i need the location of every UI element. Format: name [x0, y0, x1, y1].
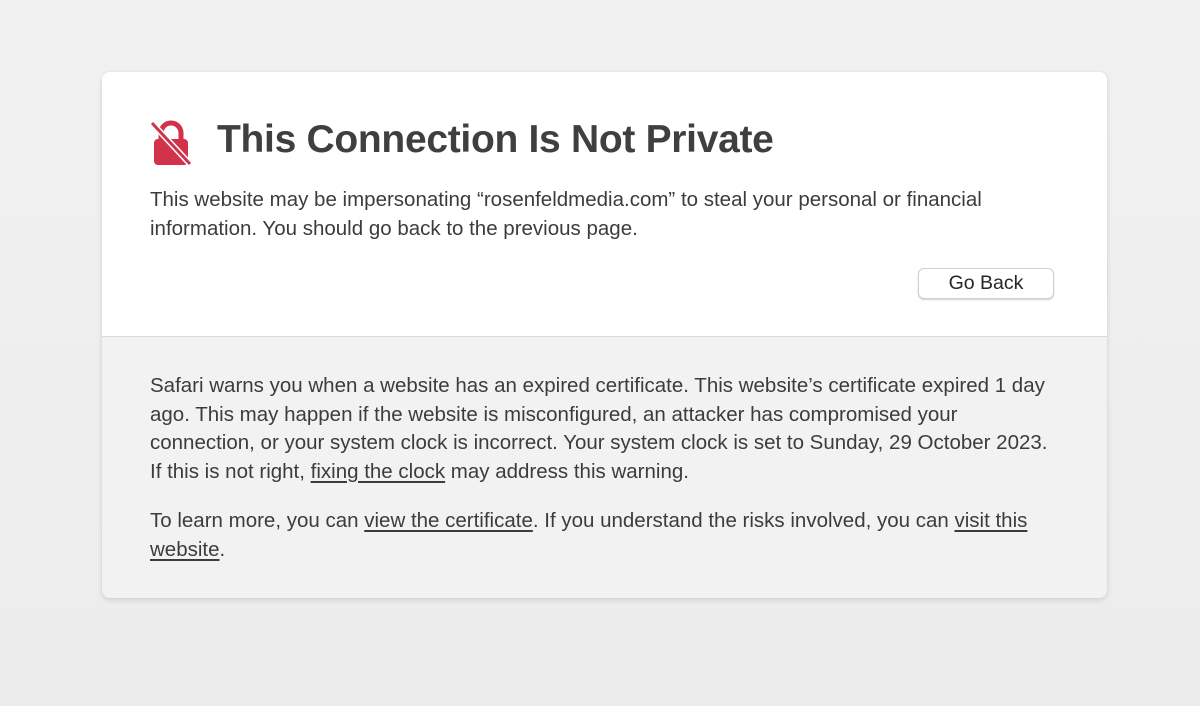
warning-header-section: This Connection Is Not Private This webs…: [102, 72, 1107, 337]
learn-more-start: To learn more, you can: [150, 509, 365, 532]
fixing-the-clock-link[interactable]: fixing the clock: [311, 460, 445, 483]
page-title: This Connection Is Not Private: [217, 118, 774, 161]
learn-more-paragraph: To learn more, you can view the certific…: [150, 507, 1060, 564]
go-back-button[interactable]: Go Back: [918, 268, 1054, 299]
certificate-explanation-end: may address this warning.: [445, 459, 689, 483]
warning-card: This Connection Is Not Private This webs…: [102, 72, 1107, 598]
certificate-explanation: Safari warns you when a website has an e…: [150, 372, 1060, 486]
details-section: Safari warns you when a website has an e…: [102, 337, 1107, 598]
learn-more-middle: . If you understand the risks involved, …: [532, 509, 955, 532]
broken-lock-icon: [150, 120, 192, 166]
warning-description: This website may be impersonating “rosen…: [150, 188, 982, 240]
view-certificate-link[interactable]: view the certificate: [364, 509, 533, 532]
learn-more-end: .: [219, 537, 226, 561]
